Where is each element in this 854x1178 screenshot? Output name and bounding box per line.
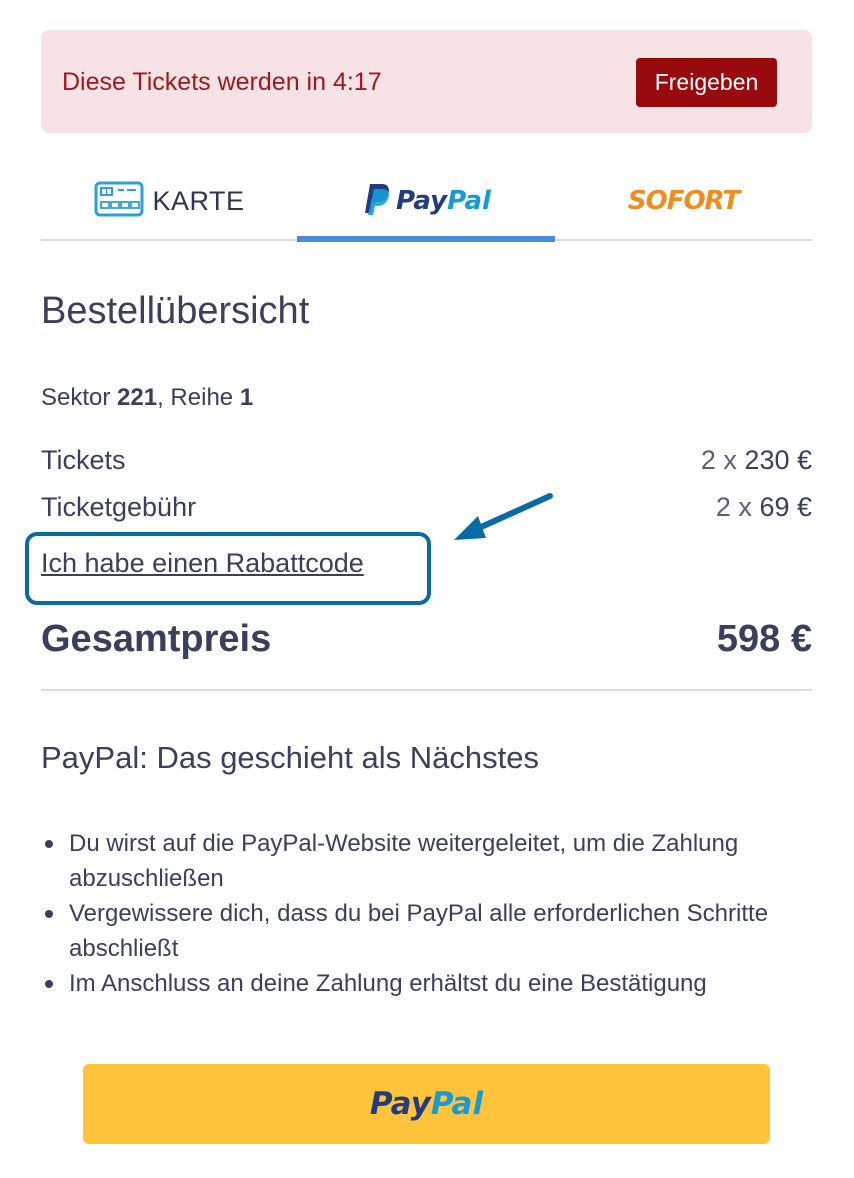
tickets-row: Tickets 2 x 230 € — [41, 445, 812, 481]
bullet-icon — [45, 840, 53, 848]
fee-label: Ticketgebühr — [41, 492, 197, 522]
total-row: Gesamtpreis 598 € — [41, 618, 812, 668]
tab-paypal-label: PayPal — [396, 186, 491, 216]
fee-row: Ticketgebühr 2 x 69 € — [41, 492, 812, 528]
paypal-button-label: PayPal — [369, 1086, 484, 1122]
tickets-price: 2 x 230 € — [700, 445, 812, 475]
tab-sofort-label: SOFORT — [627, 186, 740, 216]
total-value: 598 € — [716, 618, 812, 660]
credit-card-icon — [94, 181, 144, 222]
next-steps-title: PayPal: Das geschieht als Nächstes — [41, 740, 539, 775]
bullet-icon — [45, 980, 53, 988]
seat-info: Sektor 221, Reihe 1 — [41, 384, 254, 411]
list-item: Du wirst auf die PayPal-Website weiterge… — [41, 826, 812, 896]
bullet-icon — [45, 910, 53, 918]
tab-card[interactable]: KARTE — [41, 160, 298, 242]
payment-tabs: KARTE PayPal SOFORT — [41, 160, 812, 242]
active-tab-indicator — [297, 236, 555, 242]
tab-sofort[interactable]: SOFORT — [555, 160, 812, 242]
order-summary-title: Bestellübersicht — [41, 290, 310, 332]
sector-number: 221 — [117, 384, 158, 411]
promo-code-link[interactable]: Ich habe einen Rabattcode — [41, 548, 364, 579]
annotation-arrow-icon — [454, 493, 553, 540]
row-number: 1 — [239, 384, 254, 411]
timer-banner: Diese Tickets werden in 4:17 Freigeben — [41, 30, 812, 133]
release-button[interactable]: Freigeben — [636, 58, 777, 107]
paypal-checkout-button[interactable]: PayPal — [83, 1064, 770, 1144]
tab-card-label: KARTE — [152, 185, 245, 216]
paypal-logo-icon — [362, 182, 390, 221]
fee-price: 2 x 69 € — [715, 492, 812, 522]
list-item: Im Anschluss an deine Zahlung erhältst d… — [41, 966, 812, 1001]
timer-message: Diese Tickets werden in 4:17 — [62, 68, 382, 96]
total-label: Gesamtpreis — [41, 618, 272, 660]
list-item: Vergewissere dich, dass du bei PayPal al… — [41, 896, 812, 966]
next-steps-list: Du wirst auf die PayPal-Website weiterge… — [41, 826, 812, 1001]
tickets-label: Tickets — [41, 445, 126, 475]
summary-divider — [41, 689, 812, 691]
tab-paypal[interactable]: PayPal — [298, 160, 555, 242]
